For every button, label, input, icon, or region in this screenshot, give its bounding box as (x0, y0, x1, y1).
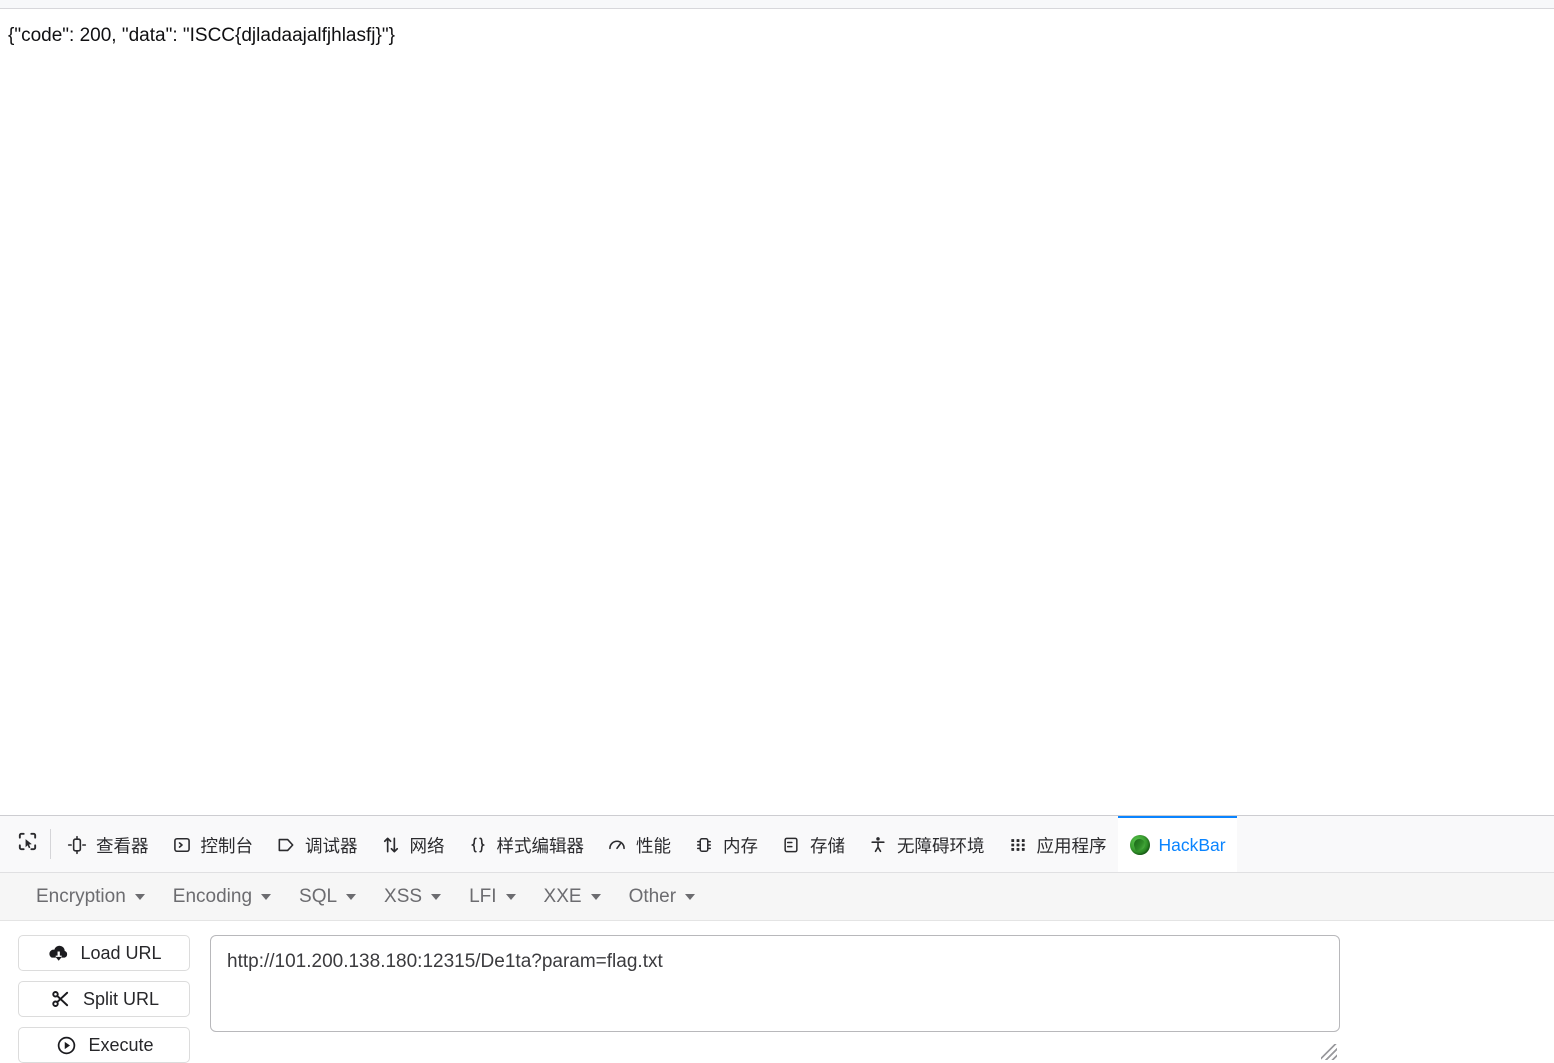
devtools-tab-application[interactable]: 应用程序 (996, 816, 1118, 872)
devtools-tab-label: 网络 (409, 835, 445, 856)
hackbar-menu-xxe[interactable]: XXE (530, 880, 615, 914)
devtools-tab-label: 样式编辑器 (496, 835, 585, 856)
devtools-tab-accessibility[interactable]: 无障碍环境 (856, 816, 996, 872)
devtools-tab-label: 性能 (636, 835, 671, 856)
chevron-down-icon (134, 893, 145, 900)
json-response-text: {"code": 200, "data": "ISCC{djladaajalfj… (8, 25, 395, 46)
devtools-panel: 查看器 控制台 调试器 网络 样式编辑器 性能 内存 存储 无障碍环境 应用程序… (0, 815, 1554, 1063)
devtools-tab-label: 内存 (723, 835, 758, 856)
chevron-down-icon (431, 893, 442, 900)
hackbar-menu-sql[interactable]: SQL (285, 880, 370, 914)
style-editor-icon (467, 834, 489, 856)
hackbar-menu-label: LFI (469, 885, 497, 907)
devtools-tab-label: 控制台 (200, 835, 254, 856)
devtools-tab-debugger[interactable]: 调试器 (264, 816, 369, 872)
memory-icon (693, 834, 715, 856)
devtools-tab-memory[interactable]: 内存 (682, 816, 769, 872)
play-circle-icon (54, 1034, 78, 1056)
hackbar-menu-encoding[interactable]: Encoding (159, 880, 285, 914)
chevron-down-icon (505, 893, 516, 900)
devtools-tab-performance[interactable]: 性能 (595, 816, 682, 872)
hackbar-menu-label: SQL (299, 885, 338, 907)
element-picker-button[interactable] (4, 816, 50, 872)
load-url-button[interactable]: Load URL (18, 935, 190, 971)
hackbar-menubar: Encryption Encoding SQL XSS LFI XXE Othe… (0, 873, 1554, 921)
toolbar-separator (50, 829, 51, 859)
hackbar-action-buttons: Load URL Split URL Execute (18, 935, 190, 1063)
page-content-area: {"code": 200, "data": "ISCC{djladaajalfj… (0, 9, 1554, 815)
hackbar-menu-label: XSS (384, 885, 423, 907)
inspector-icon (66, 834, 88, 856)
hackbar-menu-label: XXE (543, 885, 582, 907)
hackbar-menu-other[interactable]: Other (615, 880, 710, 914)
chevron-down-icon (261, 893, 272, 900)
hackbar-menu-label: Encoding (172, 885, 253, 907)
chevron-down-icon (346, 893, 357, 900)
hackbar-menu-lfi[interactable]: LFI (455, 880, 529, 914)
devtools-tab-label: 应用程序 (1036, 835, 1107, 856)
devtools-tab-label: 查看器 (96, 835, 149, 856)
hackbar-url-container (210, 935, 1340, 1063)
hackbar-body: Load URL Split URL Execute http://101.20… (0, 921, 1554, 1063)
devtools-tab-label: 存储 (810, 835, 845, 856)
devtools-tab-hackbar[interactable]: HackBar (1117, 816, 1237, 872)
cloud-download-icon (46, 942, 70, 964)
execute-button[interactable]: Execute (18, 1027, 190, 1063)
devtools-tab-label: 无障碍环境 (897, 835, 985, 856)
hackbar-menu-label: Other (628, 885, 677, 907)
accessibility-icon (867, 834, 889, 856)
application-icon (1007, 834, 1029, 856)
debugger-icon (275, 834, 297, 856)
scissors-icon (49, 988, 73, 1010)
chevron-down-icon (590, 893, 601, 900)
devtools-tab-network[interactable]: 网络 (369, 816, 456, 872)
hackbar-menu-xss[interactable]: XSS (370, 880, 455, 914)
textarea-resize-handle[interactable] (1321, 1044, 1337, 1060)
chevron-down-icon (685, 893, 696, 900)
hackbar-icon (1129, 834, 1151, 856)
performance-icon (606, 834, 628, 856)
url-input[interactable] (210, 935, 1340, 1032)
element-picker-icon (16, 830, 39, 858)
hackbar-menu-label: Encryption (36, 885, 126, 907)
console-icon (171, 834, 193, 856)
devtools-tab-style-editor[interactable]: 样式编辑器 (456, 816, 596, 872)
devtools-tab-label: 调试器 (305, 835, 358, 856)
storage-icon (780, 834, 802, 856)
devtools-tab-inspector[interactable]: 查看器 (55, 816, 160, 872)
hackbar-menu-encryption[interactable]: Encryption (22, 880, 159, 914)
browser-chrome-strip (0, 0, 1554, 9)
network-icon (380, 834, 402, 856)
split-url-label: Split URL (82, 988, 160, 1009)
load-url-label: Load URL (80, 942, 162, 963)
devtools-tab-console[interactable]: 控制台 (160, 816, 265, 872)
execute-label: Execute (88, 1034, 154, 1055)
devtools-tab-storage[interactable]: 存储 (769, 816, 856, 872)
devtools-toolbar: 查看器 控制台 调试器 网络 样式编辑器 性能 内存 存储 无障碍环境 应用程序… (0, 816, 1554, 873)
split-url-button[interactable]: Split URL (18, 981, 190, 1017)
devtools-tab-label: HackBar (1158, 834, 1226, 855)
